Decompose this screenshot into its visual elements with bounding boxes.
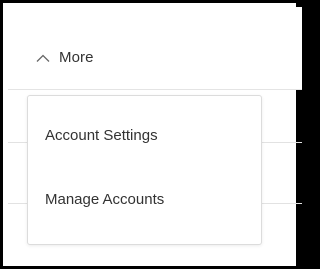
more-toggle-button[interactable]: More bbox=[36, 49, 94, 66]
menu-item-account-settings[interactable]: Account Settings bbox=[45, 127, 158, 144]
screenshot-frame: More Account Settings Manage Accounts bbox=[0, 0, 302, 269]
chevron-up-icon bbox=[36, 54, 50, 62]
menu-item-manage-accounts[interactable]: Manage Accounts bbox=[45, 191, 164, 208]
more-label: More bbox=[59, 49, 94, 66]
more-dropdown-menu bbox=[27, 95, 262, 245]
